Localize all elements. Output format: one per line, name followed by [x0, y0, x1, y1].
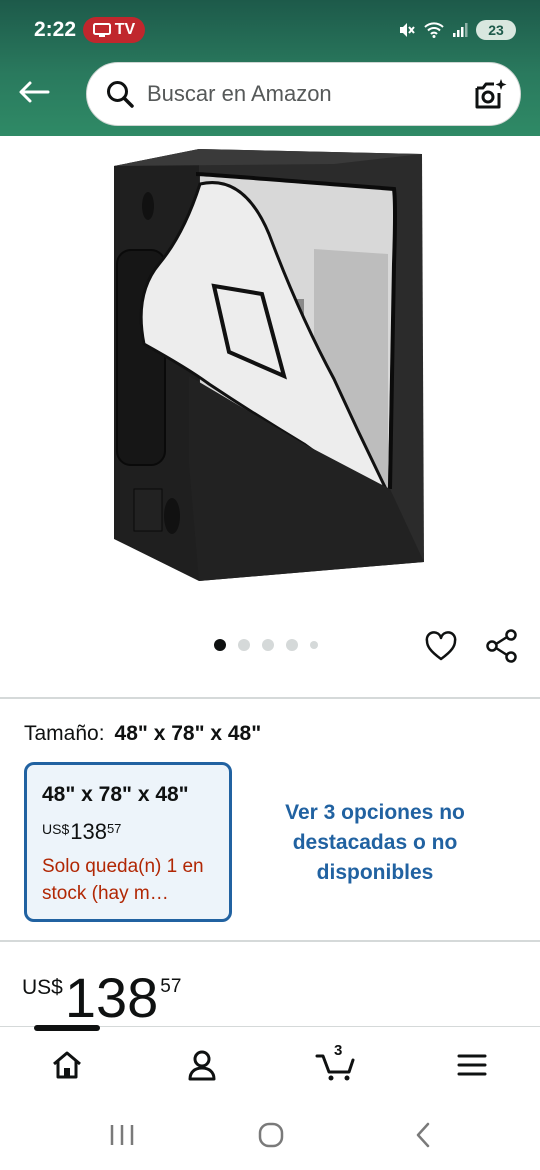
back-system-icon[interactable]: [409, 1120, 439, 1150]
menu-icon: [457, 1054, 487, 1076]
tv-label: TV: [114, 21, 136, 38]
battery-indicator: 23: [476, 20, 516, 40]
carousel-dot[interactable]: [286, 639, 298, 651]
carousel-dot[interactable]: [238, 639, 250, 651]
nav-menu[interactable]: [452, 1045, 492, 1085]
more-options-link[interactable]: Ver 3 opciones no destacadas o no dispon…: [264, 798, 486, 888]
wifi-icon: [424, 22, 444, 38]
system-nav-bar: [0, 1098, 540, 1170]
account-icon: [188, 1050, 216, 1081]
size-option-card[interactable]: 48" x 78" x 48" US$ 138 57 Solo queda(n)…: [24, 762, 232, 922]
search-icon[interactable]: [105, 79, 135, 109]
nav-home[interactable]: [47, 1045, 87, 1085]
option-price-cents: 57: [106, 821, 122, 836]
option-title: 48" x 78" x 48": [42, 783, 189, 806]
price-whole: 138: [64, 966, 159, 1029]
carousel-dot[interactable]: [310, 641, 318, 649]
signal-icon: [453, 23, 468, 37]
app-header: 2:22 TV 23: [0, 0, 540, 136]
share-icon[interactable]: [484, 628, 520, 664]
home-system-icon[interactable]: [256, 1120, 286, 1150]
size-selector-label: Tamaño: 48" x 78" x 48": [24, 722, 261, 746]
option-price: US$ 138 57: [42, 819, 229, 845]
section-divider: [0, 940, 540, 942]
mute-icon: [400, 23, 415, 37]
status-time: 2:22: [34, 18, 77, 41]
tv-indicator: TV: [83, 17, 145, 43]
active-tab-indicator: [34, 1025, 100, 1031]
status-bar: 2:22 TV 23: [0, 0, 540, 58]
option-stock-status: Solo queda(n) 1 en stock (hay m…: [42, 856, 204, 904]
carousel-dots: [214, 639, 318, 651]
heart-icon[interactable]: [424, 630, 458, 664]
price-currency: US$: [22, 976, 63, 999]
section-divider: [0, 697, 540, 699]
option-price-whole: 138: [70, 819, 107, 844]
back-arrow-icon: [19, 81, 50, 103]
carousel-dot[interactable]: [262, 639, 274, 651]
bottom-nav: 3: [0, 1025, 540, 1098]
size-label: Tamaño:: [24, 722, 105, 745]
nav-account[interactable]: [182, 1045, 222, 1085]
search-bar[interactable]: [86, 62, 521, 126]
option-price-currency: US$: [42, 821, 70, 837]
carousel-dot[interactable]: [214, 639, 226, 651]
cart-count: 3: [334, 1042, 343, 1059]
status-icons: 23: [398, 18, 516, 42]
search-input[interactable]: [147, 74, 457, 114]
recent-apps-icon[interactable]: [107, 1120, 137, 1150]
tv-icon: [92, 23, 111, 37]
product-image[interactable]: [104, 144, 434, 589]
nav-cart[interactable]: 3: [314, 1042, 360, 1085]
home-icon: [53, 1051, 81, 1079]
product-price: US$ 138 57: [22, 968, 181, 1028]
size-value: 48" x 78" x 48": [114, 722, 262, 745]
price-cents: 57: [160, 976, 182, 997]
camera-icon[interactable]: [472, 77, 508, 113]
back-button[interactable]: [14, 72, 54, 112]
